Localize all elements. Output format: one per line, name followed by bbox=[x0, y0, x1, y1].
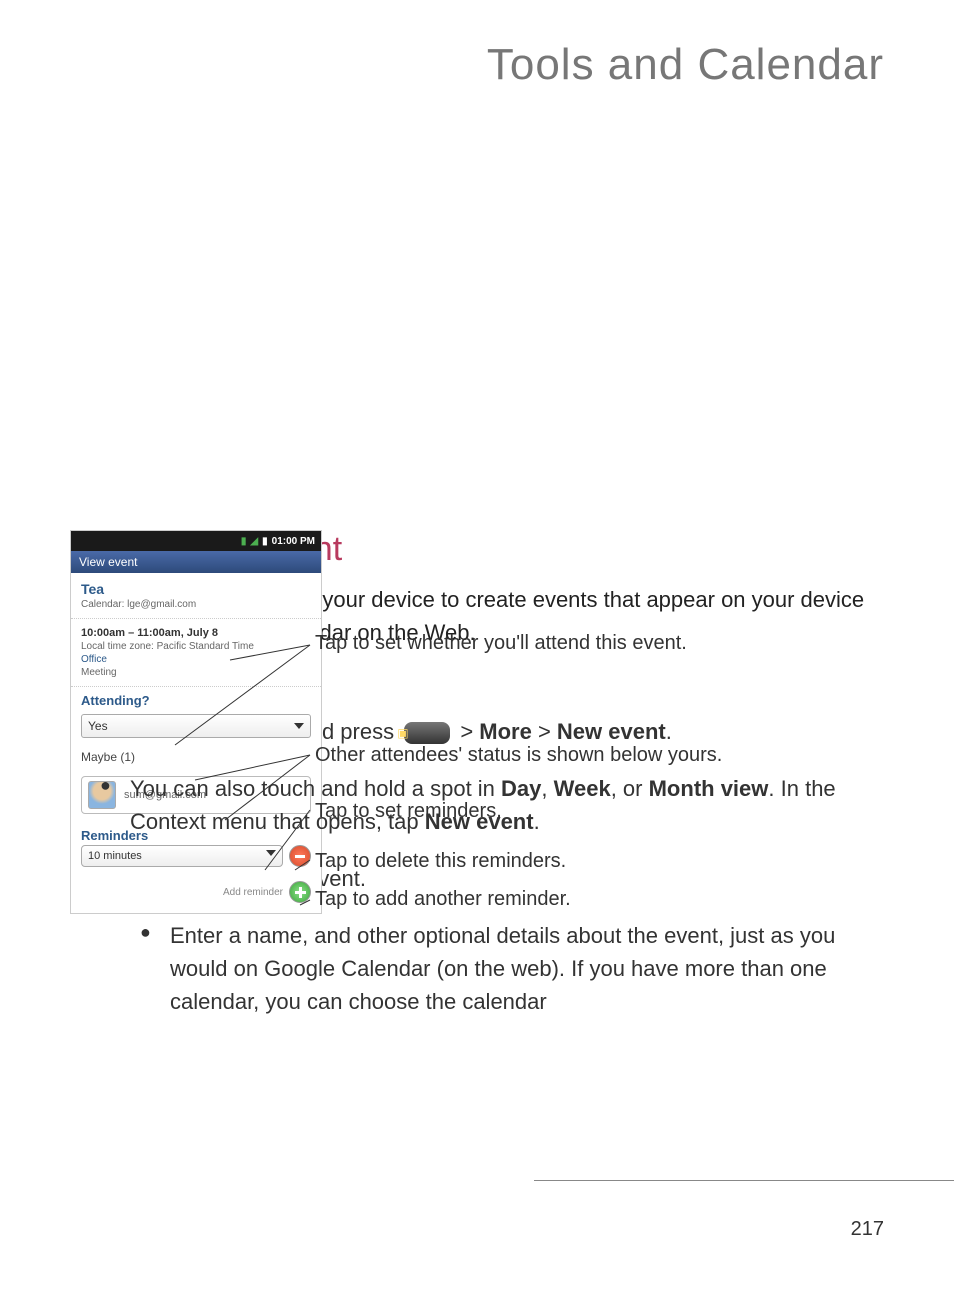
t: You can also touch and hold a spot in bbox=[130, 776, 501, 801]
reminder-dropdown[interactable]: 10 minutes bbox=[81, 845, 283, 867]
t: > bbox=[532, 719, 557, 744]
t: New event bbox=[557, 719, 666, 744]
t: . bbox=[534, 809, 540, 834]
calendar-label: Calendar: bbox=[81, 599, 124, 610]
bullet-details: Enter a name, and other optional details… bbox=[70, 919, 884, 1018]
event-type: Meeting bbox=[81, 667, 311, 678]
calendar-value: lge@gmail.com bbox=[127, 599, 196, 610]
t: , bbox=[541, 776, 553, 801]
t: Day bbox=[501, 776, 541, 801]
delete-reminder-button[interactable] bbox=[289, 845, 311, 867]
event-title: Tea bbox=[81, 581, 311, 597]
t: More bbox=[479, 719, 532, 744]
attending-dropdown[interactable]: Yes bbox=[81, 714, 311, 738]
chevron-down-icon bbox=[266, 850, 276, 856]
event-time-range: 10:00am – 11:00am, July 8 bbox=[81, 627, 311, 639]
t: Week bbox=[554, 776, 611, 801]
battery-icon: ▮ bbox=[262, 536, 268, 547]
callout-4: Tap to delete this reminders. bbox=[315, 850, 566, 873]
wifi-icon: ◢ bbox=[250, 536, 258, 547]
add-reminder-label: Add reminder bbox=[223, 887, 283, 898]
t: New event bbox=[425, 809, 534, 834]
event-calendar-row: Calendar: lge@gmail.com bbox=[81, 599, 311, 610]
chevron-down-icon bbox=[294, 723, 304, 729]
callout-5: Tap to add another reminder. bbox=[315, 888, 571, 911]
tz-label: Local time zone: bbox=[81, 641, 154, 652]
footer-rule bbox=[534, 1180, 954, 1181]
attending-value: Yes bbox=[88, 719, 108, 733]
phone-titlebar: View event bbox=[71, 551, 321, 573]
t: > bbox=[454, 719, 479, 744]
menu-key-icon: ▣ bbox=[404, 722, 450, 744]
callout-2: Other attendees' status is shown below y… bbox=[315, 744, 722, 767]
tz-value: Pacific Standard Time bbox=[157, 641, 254, 652]
event-location: Office bbox=[81, 654, 311, 665]
page-header-title: Tools and Calendar bbox=[0, 0, 954, 110]
maybe-count: Maybe (1) bbox=[71, 746, 321, 772]
page-number: 217 bbox=[851, 1218, 884, 1241]
add-reminder-button[interactable] bbox=[289, 881, 311, 903]
t: . bbox=[666, 719, 672, 744]
event-timezone: Local time zone: Pacific Standard Time bbox=[81, 641, 311, 652]
callout-1: Tap to set whether you'll attend this ev… bbox=[315, 632, 687, 655]
bullet-alt-method: You can also touch and hold a spot in Da… bbox=[70, 772, 884, 838]
t: Month view bbox=[649, 776, 769, 801]
status-time: 01:00 PM bbox=[272, 536, 315, 547]
reminder-value: 10 minutes bbox=[88, 850, 142, 862]
attending-label: Attending? bbox=[71, 687, 321, 710]
status-bar: ▮ ◢ ▮ 01:00 PM bbox=[71, 531, 321, 551]
phone-screenshot: ▮ ◢ ▮ 01:00 PM View event Tea Calendar: … bbox=[70, 530, 322, 914]
signal-icon: ▮ bbox=[241, 536, 247, 547]
t: , or bbox=[611, 776, 649, 801]
